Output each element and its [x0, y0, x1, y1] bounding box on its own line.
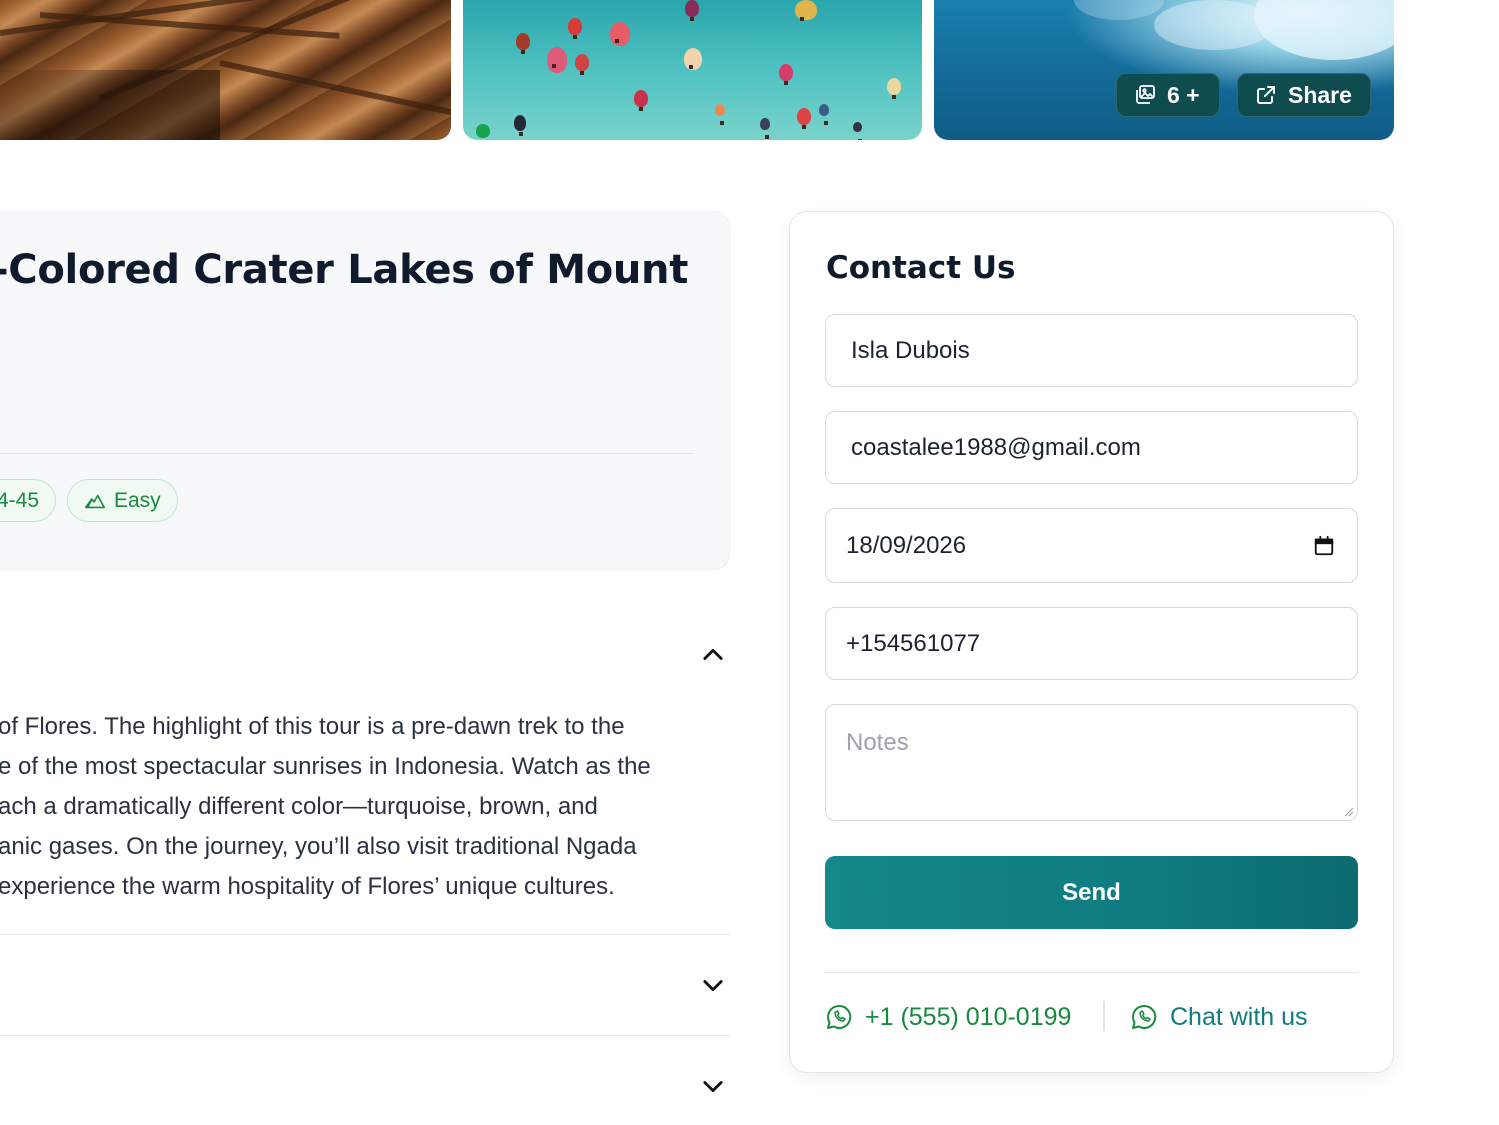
description-line: experience the warm hospitality of Flore… [0, 873, 615, 900]
chevron-down-icon[interactable] [699, 971, 727, 999]
link-separator [1103, 1001, 1105, 1031]
date-value: 18/09/2026 [846, 531, 967, 559]
description-line: e of the most spectacular sunrises in In… [0, 753, 651, 780]
phone-value: +154561077 [846, 629, 981, 657]
phone-link-label: +1 (555) 010-0199 [865, 1002, 1072, 1031]
gallery-photo-sea[interactable] [934, 0, 1394, 140]
name-field[interactable]: Isla Dubois [825, 314, 1358, 387]
phone-field[interactable]: +154561077 [825, 607, 1358, 680]
date-field[interactable]: 18/09/2026 [825, 508, 1358, 583]
gallery-photo-boat[interactable] [0, 0, 451, 140]
contact-title: Contact Us [826, 250, 1016, 286]
photo-count-button[interactable]: 6 + [1116, 73, 1220, 117]
external-link-icon [1257, 86, 1275, 104]
tour-description: of Flores. The highlight of this tour is… [0, 707, 728, 907]
resize-handle-icon[interactable] [1342, 805, 1354, 817]
chat-link-label: Chat with us [1170, 1002, 1308, 1031]
email-field[interactable]: coastalee1988@gmail.com [825, 411, 1358, 484]
summary-divider [0, 453, 694, 454]
share-button[interactable]: Share [1237, 73, 1371, 117]
chevron-down-icon[interactable] [699, 1072, 727, 1100]
gallery-icon [1136, 85, 1155, 104]
difficulty-chip-label: Easy [114, 488, 161, 512]
photo-count-label: 6 + [1167, 81, 1200, 108]
accordion-divider [0, 1035, 730, 1036]
whatsapp-icon [827, 1004, 852, 1029]
tour-title: -Colored Crater Lakes of Mount [0, 247, 689, 293]
gallery-photo-balloons[interactable] [463, 0, 922, 140]
chevron-up-icon[interactable] [699, 641, 727, 669]
chat-link[interactable]: Chat with us [1130, 997, 1308, 1037]
age-chip: 4-45 [0, 479, 56, 522]
notes-field[interactable]: Notes [825, 704, 1358, 821]
notes-placeholder: Notes [846, 729, 909, 756]
age-chip-label: 4-45 [0, 488, 39, 512]
difficulty-chip: Easy [67, 479, 178, 522]
send-label: Send [1062, 878, 1121, 906]
accordion-divider [0, 934, 730, 935]
description-line: anic gases. On the journey, you’ll also … [0, 833, 637, 860]
calendar-icon[interactable] [1313, 535, 1335, 557]
send-button[interactable]: Send [825, 856, 1358, 929]
description-line: ach a dramatically different color—turqu… [0, 793, 598, 820]
name-value: Isla Dubois [851, 336, 970, 364]
description-line: of Flores. The highlight of this tour is… [0, 713, 625, 740]
email-value: coastalee1988@gmail.com [851, 433, 1141, 461]
share-label: Share [1288, 81, 1352, 108]
phone-link[interactable]: +1 (555) 010-0199 [825, 997, 1071, 1037]
mountain-icon [85, 494, 105, 508]
contact-divider [825, 972, 1358, 973]
whatsapp-icon [1132, 1004, 1157, 1029]
